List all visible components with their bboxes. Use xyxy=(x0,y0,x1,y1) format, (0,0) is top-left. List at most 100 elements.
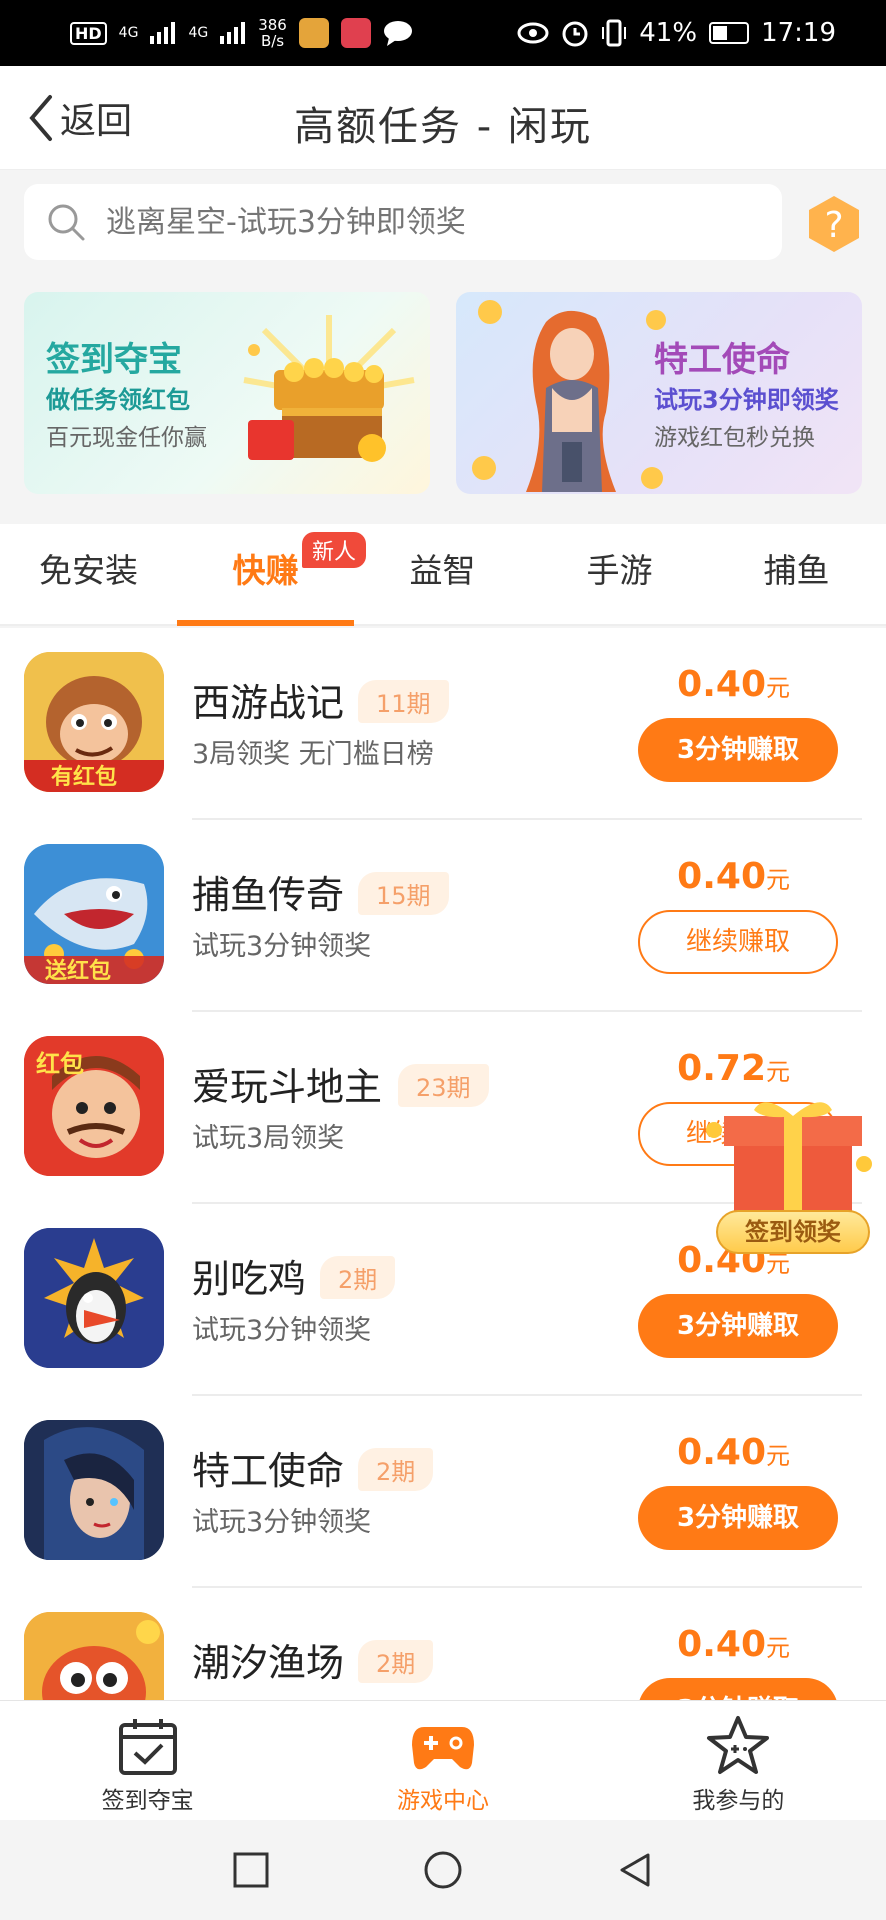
header: 返回 高额任务 - 闲玩 xyxy=(0,66,886,170)
help-button[interactable]: ? xyxy=(806,194,862,254)
nav-label: 游戏中心 xyxy=(396,1788,489,1814)
app-name: 西游战记 xyxy=(192,681,345,725)
gamepad-icon xyxy=(411,1727,474,1770)
reward-price: 0.40元 xyxy=(677,1624,790,1665)
monkey-king-icon: 有红包 xyxy=(24,652,164,792)
alarm-icon xyxy=(562,21,588,47)
status-bar: HD 4G 4G 386 B/s 41% 17:19 xyxy=(0,0,886,66)
network-speed: 386 B/s xyxy=(258,16,287,50)
category-tabs: 免安装 快赚 益智 手游 捕鱼 xyxy=(0,524,886,626)
sign-in-reward-label: 签到领奖 xyxy=(716,1210,870,1254)
icon-caption: 送红包 xyxy=(45,958,111,984)
earn-button[interactable]: 3分钟赚取 xyxy=(638,1294,838,1358)
app-icon-doudizhu: 红包 xyxy=(24,1036,164,1176)
signal-icon-2: 4G xyxy=(188,25,209,41)
list-item[interactable]: 有红包 西游战记 11期 3局领奖 无门槛日榜 0.40元 3分钟赚取 xyxy=(0,628,886,820)
search-box[interactable] xyxy=(24,184,782,260)
banner-caption: 百元现金任你赢 xyxy=(46,425,207,451)
fish-monster-icon xyxy=(24,1612,164,1700)
app-description: 试玩3分钟领奖 xyxy=(192,931,372,962)
app-description: 试玩3分钟领奖 xyxy=(192,1315,372,1346)
signal-bars-icon-2 xyxy=(220,22,246,44)
eye-icon xyxy=(517,22,549,44)
app-icon-fishing: 送红包 xyxy=(24,844,164,984)
app-name: 别吃鸡 xyxy=(192,1257,307,1301)
earn-button[interactable]: 3分钟赚取 xyxy=(638,1678,838,1700)
period-badge: 2期 xyxy=(358,1448,434,1491)
icon-caption: 红包 xyxy=(36,1050,84,1078)
search-icon xyxy=(48,204,85,241)
book-notification-icon xyxy=(340,18,371,48)
earn-button[interactable]: 3分钟赚取 xyxy=(638,718,838,782)
banner-area: 签到夺宝 做任务领红包 百元现金任你赢 特工使命 试玩3分钟即领奖 游戏红包秒兑… xyxy=(0,278,886,506)
banner-title-2: 特工使命 xyxy=(654,340,790,380)
continue-button[interactable]: 继续赚取 xyxy=(638,910,838,974)
star-icon xyxy=(707,1716,770,1774)
new-user-badge: 新人 xyxy=(302,532,367,568)
battery-percent: 41% xyxy=(639,18,698,48)
calendar-check-icon xyxy=(118,1719,177,1775)
home-button[interactable] xyxy=(422,1849,464,1891)
app-name: 特工使命 xyxy=(192,1449,345,1493)
app-name: 潮汐渔场 xyxy=(192,1641,345,1685)
period-badge: 15期 xyxy=(358,872,449,915)
agent-portrait-icon xyxy=(24,1420,164,1560)
tab-mobile-games[interactable]: 手游 xyxy=(531,524,708,624)
nav-label: 签到夺宝 xyxy=(101,1788,194,1814)
vibrate-icon xyxy=(602,19,627,47)
nav-sign-in-treasure[interactable]: 签到夺宝 xyxy=(0,1701,295,1820)
reward-price: 0.72元 xyxy=(677,1048,790,1089)
banner-subtitle: 做任务领红包 xyxy=(46,386,190,414)
help-icon: ? xyxy=(824,205,843,246)
app-description: 试玩3局领奖 xyxy=(192,1123,345,1154)
reward-price: 0.40元 xyxy=(677,1432,790,1473)
banner-subtitle-2: 试玩3分钟即领奖 xyxy=(654,386,839,414)
status-left: HD 4G 4G 386 B/s xyxy=(70,17,413,49)
clock: 17:19 xyxy=(761,18,836,48)
app-name: 爱玩斗地主 xyxy=(192,1065,383,1109)
period-badge: 2期 xyxy=(320,1256,396,1299)
earn-button[interactable]: 3分钟赚取 xyxy=(638,1486,838,1550)
app-description: 试玩3分钟领奖 xyxy=(192,1507,372,1538)
search-input[interactable] xyxy=(106,204,746,240)
banner-sign-in-treasure[interactable]: 签到夺宝 做任务领红包 百元现金任你赢 xyxy=(24,292,430,494)
nav-label: 我参与的 xyxy=(692,1788,785,1814)
app-icon-agent xyxy=(24,1420,164,1560)
chat-notification-icon xyxy=(383,21,412,46)
banner-caption-2: 游戏红包秒兑换 xyxy=(654,425,815,451)
app-icon-xiyou: 有红包 xyxy=(24,652,164,792)
nav-my-participation[interactable]: 我参与的 xyxy=(591,1701,886,1820)
list-item[interactable]: 特工使命 2期 试玩3分钟领奖 0.40元 3分钟赚取 xyxy=(0,1396,886,1588)
shark-icon: 送红包 xyxy=(24,844,164,984)
tab-puzzle[interactable]: 益智 xyxy=(354,524,531,624)
back-system-button[interactable] xyxy=(614,1849,656,1891)
period-badge: 23期 xyxy=(398,1064,489,1107)
battery-icon xyxy=(709,22,750,44)
app-notification-icon xyxy=(298,18,329,48)
recent-apps-button[interactable] xyxy=(230,1849,272,1891)
app-icon-biechiji xyxy=(24,1228,164,1368)
tab-fishing[interactable]: 捕鱼 xyxy=(708,524,885,624)
bottom-navigation: 签到夺宝 游戏中心 我参与的 xyxy=(0,1700,886,1820)
period-badge: 2期 xyxy=(358,1640,434,1683)
landlord-icon: 红包 xyxy=(24,1036,164,1176)
signal-icon-1: 4G xyxy=(118,25,139,41)
nav-game-center[interactable]: 游戏中心 xyxy=(295,1701,590,1820)
hd-indicator: HD xyxy=(70,21,107,45)
period-badge: 11期 xyxy=(358,680,449,723)
chicken-icon xyxy=(24,1228,164,1368)
list-item[interactable]: 潮汐渔场 2期 0.40元 3分钟赚取 xyxy=(0,1588,886,1700)
tab-free-install[interactable]: 免安装 xyxy=(0,524,177,624)
app-description: 3局领奖 无门槛日榜 xyxy=(192,739,434,770)
signal-bars-icon xyxy=(150,22,176,44)
floating-sign-in-gift[interactable]: 签到领奖 xyxy=(704,1100,882,1260)
app-name: 捕鱼传奇 xyxy=(192,873,345,917)
list-item[interactable]: 送红包 捕鱼传奇 15期 试玩3分钟领奖 0.40元 继续赚取 xyxy=(0,820,886,1012)
banner-agent-mission[interactable]: 特工使命 试玩3分钟即领奖 游戏红包秒兑换 xyxy=(456,292,862,494)
character-illustration xyxy=(472,300,666,492)
banner-title: 签到夺宝 xyxy=(46,340,182,380)
app-icon-chaoxi xyxy=(24,1612,164,1700)
gift-box-icon xyxy=(706,1102,872,1220)
icon-caption: 有红包 xyxy=(51,764,117,790)
treasure-chest-icon xyxy=(243,315,415,462)
